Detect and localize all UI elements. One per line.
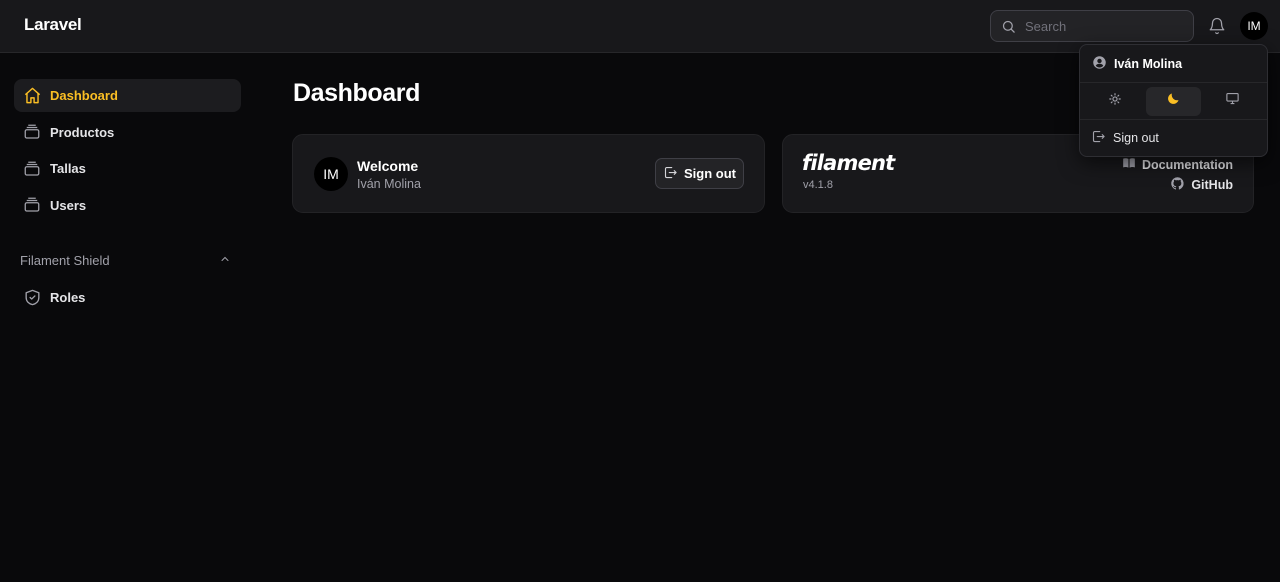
sign-out-button[interactable]: Sign out (655, 158, 744, 189)
avatar: IM (314, 157, 348, 191)
sidebar-item-users[interactable]: Users (14, 189, 241, 222)
theme-light-button[interactable] (1087, 87, 1142, 116)
sun-icon (1108, 92, 1122, 111)
rectangle-stack-icon (22, 122, 42, 142)
sidebar-item-roles[interactable]: Roles (14, 281, 241, 314)
theme-system-button[interactable] (1205, 87, 1260, 116)
user-avatar-button[interactable]: IM (1240, 12, 1268, 40)
filament-logo: filament (802, 151, 895, 175)
sidebar-item-productos[interactable]: Productos (14, 116, 241, 149)
welcome-card: IM Welcome Iván Molina Sign out (292, 134, 765, 213)
brand-logo[interactable]: Laravel (24, 15, 82, 35)
sidebar-item-tallas[interactable]: Tallas (14, 152, 241, 185)
welcome-title: Welcome (357, 158, 419, 174)
sidebar-item-label: Users (50, 197, 87, 213)
user-circle-icon (1092, 55, 1107, 73)
documentation-link[interactable]: Documentation (1122, 156, 1233, 173)
computer-desktop-icon (1225, 91, 1240, 111)
github-link-label: GitHub (1191, 178, 1233, 192)
home-icon (22, 86, 42, 106)
rectangle-stack-icon (22, 159, 42, 179)
search-icon (991, 19, 1025, 34)
sidebar-group-filament-shield[interactable]: Filament Shield (14, 246, 241, 276)
sidebar: Dashboard Productos Tallas Users Filamen… (14, 79, 241, 317)
book-open-icon (1122, 156, 1136, 173)
theme-switcher (1080, 83, 1267, 120)
chevron-up-icon[interactable] (219, 253, 231, 268)
sign-out-label: Sign out (1113, 131, 1159, 145)
page-title: Dashboard (293, 79, 420, 107)
sidebar-item-label: Dashboard (50, 88, 118, 103)
rectangle-stack-icon (22, 195, 42, 215)
github-icon (1170, 176, 1185, 194)
moon-icon (1166, 91, 1181, 111)
documentation-link-label: Documentation (1142, 157, 1233, 172)
search-input[interactable] (1025, 18, 1175, 34)
sidebar-item-label: Productos (50, 124, 115, 140)
logout-icon (663, 165, 678, 183)
theme-dark-button[interactable] (1146, 86, 1201, 116)
user-menu-sign-out[interactable]: Sign out (1080, 120, 1267, 156)
welcome-user-name: Iván Molina (357, 177, 421, 191)
user-menu-profile[interactable]: Iván Molina (1080, 45, 1267, 83)
github-link[interactable]: GitHub (1170, 176, 1233, 194)
user-menu-name: Iván Molina (1114, 56, 1183, 71)
version-label: v4.1.8 (803, 179, 833, 191)
sign-out-label: Sign out (684, 166, 736, 181)
sidebar-item-label: Roles (50, 289, 86, 305)
logout-icon (1091, 129, 1106, 147)
sidebar-item-label: Tallas (50, 161, 86, 176)
sidebar-group-label: Filament Shield (20, 253, 110, 268)
user-menu-dropdown: Iván Molina Sign out (1079, 44, 1268, 157)
global-search[interactable] (990, 10, 1194, 42)
shield-check-icon (22, 287, 42, 307)
sidebar-item-dashboard[interactable]: Dashboard (14, 79, 241, 112)
bell-icon[interactable] (1206, 15, 1228, 37)
